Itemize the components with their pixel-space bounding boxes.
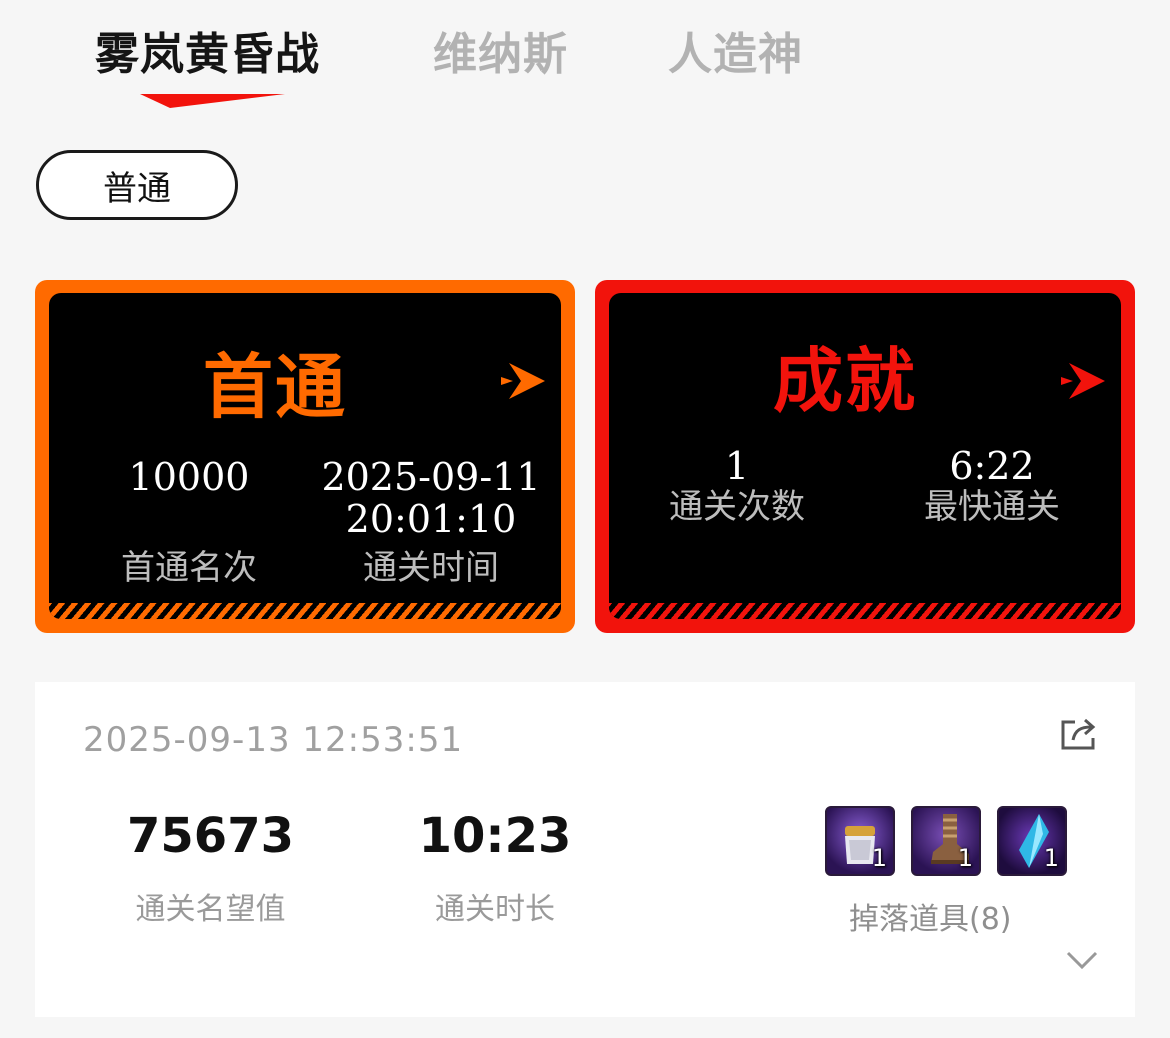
achievement-title: 成就 — [773, 340, 917, 422]
first-clear-card-body: 首通 10000 首通名次 2025-09-11 20:01:10 通关时间 — [49, 293, 561, 619]
tab-wulan-huanghun[interactable]: 雾岚黄昏战 — [95, 18, 320, 82]
first-clear-time: 2025-09-11 20:01:10 通关时间 — [321, 456, 541, 588]
drop-items-label: 掉落道具(8) — [849, 902, 1012, 937]
hazard-stripe — [49, 603, 561, 619]
fastest-clear-label: 最快通关 — [924, 487, 1060, 527]
dungeon-tabs: 雾岚黄昏战 维纳斯 人造神 — [0, 0, 1170, 120]
first-clear-rank: 10000 首通名次 — [89, 456, 289, 588]
item-count: 1 — [957, 844, 973, 872]
clear-count-label: 通关次数 — [669, 487, 805, 527]
first-clear-date-value: 2025-09-11 — [321, 455, 541, 499]
chevron-right-icon[interactable] — [499, 359, 549, 403]
item-count: 1 — [871, 844, 887, 872]
duration-label: 通关时长 — [435, 892, 555, 927]
first-clear-title: 首通 — [203, 346, 347, 428]
first-clear-card[interactable]: 首通 10000 首通名次 2025-09-11 20:01:10 通关时间 — [35, 280, 575, 633]
tab-renzaoshen[interactable]: 人造神 — [668, 18, 803, 82]
reputation-label: 通关名望值 — [135, 892, 286, 927]
duration-value: 10:23 — [418, 808, 572, 864]
achievement-card[interactable]: 成就 1 通关次数 6:22 最快通关 — [595, 280, 1135, 633]
clear-count-value: 1 — [724, 444, 750, 488]
tab-weinasi[interactable]: 维纳斯 — [433, 18, 568, 82]
active-tab-indicator — [140, 94, 285, 108]
item-count: 1 — [1043, 844, 1059, 872]
drop-items: 1 1 1 — [825, 806, 1067, 876]
clear-record-card[interactable]: 2025-09-13 12:53:51 75673 通关名望值 10:23 通关… — [35, 682, 1135, 1017]
fastest-clear: 6:22 最快通关 — [892, 445, 1092, 527]
record-reputation: 75673 通关名望值 — [103, 808, 318, 928]
reputation-value: 75673 — [127, 808, 294, 864]
record-duration: 10:23 通关时长 — [405, 808, 585, 928]
achievement-card-body: 成就 1 通关次数 6:22 最快通关 — [609, 293, 1121, 619]
record-timestamp: 2025-09-13 12:53:51 — [83, 720, 464, 760]
first-clear-rank-label: 首通名次 — [121, 548, 257, 588]
chevron-down-icon[interactable] — [1065, 950, 1099, 970]
boots-item-icon[interactable]: 1 — [911, 806, 981, 876]
crystal-item-icon[interactable]: 1 — [997, 806, 1067, 876]
share-icon[interactable] — [1059, 716, 1099, 752]
difficulty-filter-button[interactable]: 普通 — [36, 150, 238, 220]
clear-count: 1 通关次数 — [637, 445, 837, 527]
first-clear-rank-value: 10000 — [128, 455, 250, 499]
first-clear-time-label: 通关时间 — [363, 548, 499, 588]
fastest-clear-value: 6:22 — [949, 444, 1035, 488]
bracer-item-icon[interactable]: 1 — [825, 806, 895, 876]
first-clear-clock-value: 20:01:10 — [345, 497, 517, 541]
hazard-stripe — [609, 603, 1121, 619]
chevron-right-icon[interactable] — [1059, 359, 1109, 403]
